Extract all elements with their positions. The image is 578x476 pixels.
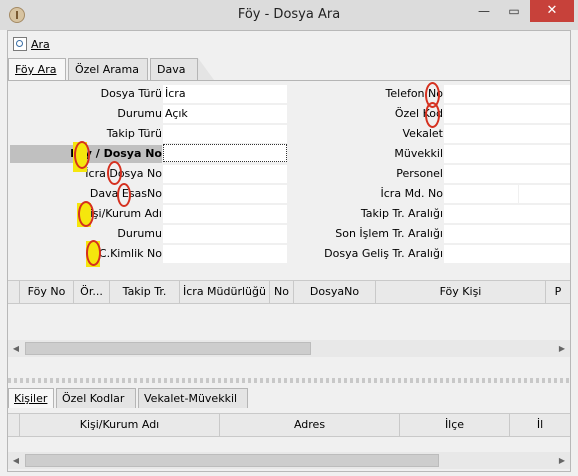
label-muvekkil: Müvekkil	[394, 147, 443, 160]
close-button[interactable]: ✕	[530, 0, 574, 22]
label-dosya-turu: Dosya Türü	[100, 87, 162, 100]
annotation-circle	[74, 141, 90, 169]
col-takip-tr[interactable]: Takip Tr.	[110, 281, 180, 303]
col-icra-mudurlugu[interactable]: İcra Müdürlüğü	[180, 281, 270, 303]
search-button-label: Ara	[31, 37, 50, 51]
label-dosya-gelis-tr-araligi: Dosya Geliş Tr. Aralığı	[324, 247, 443, 260]
label-takip-tr-araligi: Takip Tr. Aralığı	[360, 207, 443, 220]
scroll-left-icon[interactable]: ◀	[8, 340, 24, 357]
dosya-turu-field[interactable]: İcra	[163, 85, 287, 103]
foy-dosya-no-field[interactable]	[163, 144, 287, 162]
annotation-circle	[107, 161, 122, 185]
col-foy-no[interactable]: Föy No	[20, 281, 74, 303]
scroll-left-icon[interactable]: ◀	[8, 452, 24, 469]
panel-splitter[interactable]	[8, 378, 570, 383]
dosya-gelis-tr-araligi-field[interactable]	[444, 245, 570, 263]
son-islem-tr-araligi-field[interactable]	[444, 225, 570, 243]
results-scrollbar[interactable]: ◀ ▶	[8, 340, 570, 357]
search-icon	[13, 37, 27, 51]
kisi-kurum-adi-field[interactable]	[163, 205, 287, 223]
icra-md-no-field[interactable]	[444, 185, 518, 203]
tab-ozel-kodlar[interactable]: Özel Kodlar	[56, 388, 136, 408]
annotation-circle	[117, 183, 131, 207]
durumu-field[interactable]: Açık	[163, 105, 287, 123]
maximize-button[interactable]: ▭	[500, 0, 528, 22]
label-takip-turu: Takip Türü	[106, 127, 162, 140]
label-ozel-kod: Özel Kod	[394, 107, 443, 120]
row-indicator-column	[8, 414, 20, 436]
col-ilce[interactable]: İlçe	[400, 414, 510, 436]
label-personel: Personel	[396, 167, 443, 180]
results-header: Föy No Ör... Takip Tr. İcra Müdürlüğü No…	[8, 280, 570, 304]
telefon-no-field[interactable]	[444, 85, 570, 103]
col-p[interactable]: P	[546, 281, 570, 303]
label-durumu: Durumu	[117, 107, 162, 120]
annotation-circle	[86, 240, 101, 266]
personel-field[interactable]	[444, 165, 570, 183]
tab-vekalet-muvekkil[interactable]: Vekalet-Müvekkil	[138, 388, 248, 408]
tab-kisiler[interactable]: Kişiler	[8, 388, 54, 408]
annotation-circle	[425, 102, 440, 128]
col-no[interactable]: No	[270, 281, 294, 303]
minimize-button[interactable]: —	[470, 0, 498, 22]
row-indicator-column	[8, 281, 20, 303]
col-dosya-no[interactable]: DosyaNo	[294, 281, 376, 303]
durumu-2-field[interactable]	[163, 225, 287, 243]
label-vekalet: Vekalet	[402, 127, 444, 140]
annotation-circle	[78, 201, 94, 227]
icra-md-no-extra-field[interactable]	[519, 185, 570, 203]
col-or[interactable]: Ör...	[74, 281, 110, 303]
results-scroll-thumb[interactable]	[25, 342, 311, 355]
scroll-right-icon[interactable]: ▶	[554, 452, 570, 469]
vekalet-field[interactable]	[444, 125, 570, 143]
col-adres[interactable]: Adres	[220, 414, 400, 436]
label-son-islem-tr-araligi: Son İşlem Tr. Aralığı	[335, 227, 443, 240]
label-icra-md-no: İcra Md. No	[380, 187, 443, 200]
persons-scroll-thumb[interactable]	[25, 454, 439, 467]
persons-header: Kişi/Kurum Adı Adres İlçe İl	[8, 413, 570, 437]
scroll-right-icon[interactable]: ▶	[554, 340, 570, 357]
search-button[interactable]: Ara	[13, 36, 50, 52]
tab-edge	[198, 58, 214, 80]
ozel-kod-field[interactable]	[444, 105, 570, 123]
tab-dava[interactable]: Dava	[150, 58, 198, 80]
col-il[interactable]: İl	[510, 414, 570, 436]
tc-kimlik-no-field[interactable]	[163, 245, 287, 263]
title-bar: Föy - Dosya Ara — ▭ ✕	[0, 0, 578, 30]
tab-ozel-arama[interactable]: Özel Arama	[68, 58, 148, 80]
muvekkil-field[interactable]	[444, 145, 570, 163]
tab-foy-ara[interactable]: Föy Ara	[8, 58, 66, 80]
col-foy-kisi[interactable]: Föy Kişi	[376, 281, 546, 303]
takip-tr-araligi-field[interactable]	[444, 205, 570, 223]
icra-dosya-no-field[interactable]	[163, 165, 287, 183]
label-telefon-no: Telefon No	[385, 87, 443, 100]
dava-esas-no-field[interactable]	[163, 185, 287, 203]
takip-turu-field[interactable]	[163, 125, 287, 143]
persons-scrollbar[interactable]: ◀ ▶	[8, 452, 570, 469]
col-kisi-kurum-adi[interactable]: Kişi/Kurum Adı	[20, 414, 220, 436]
